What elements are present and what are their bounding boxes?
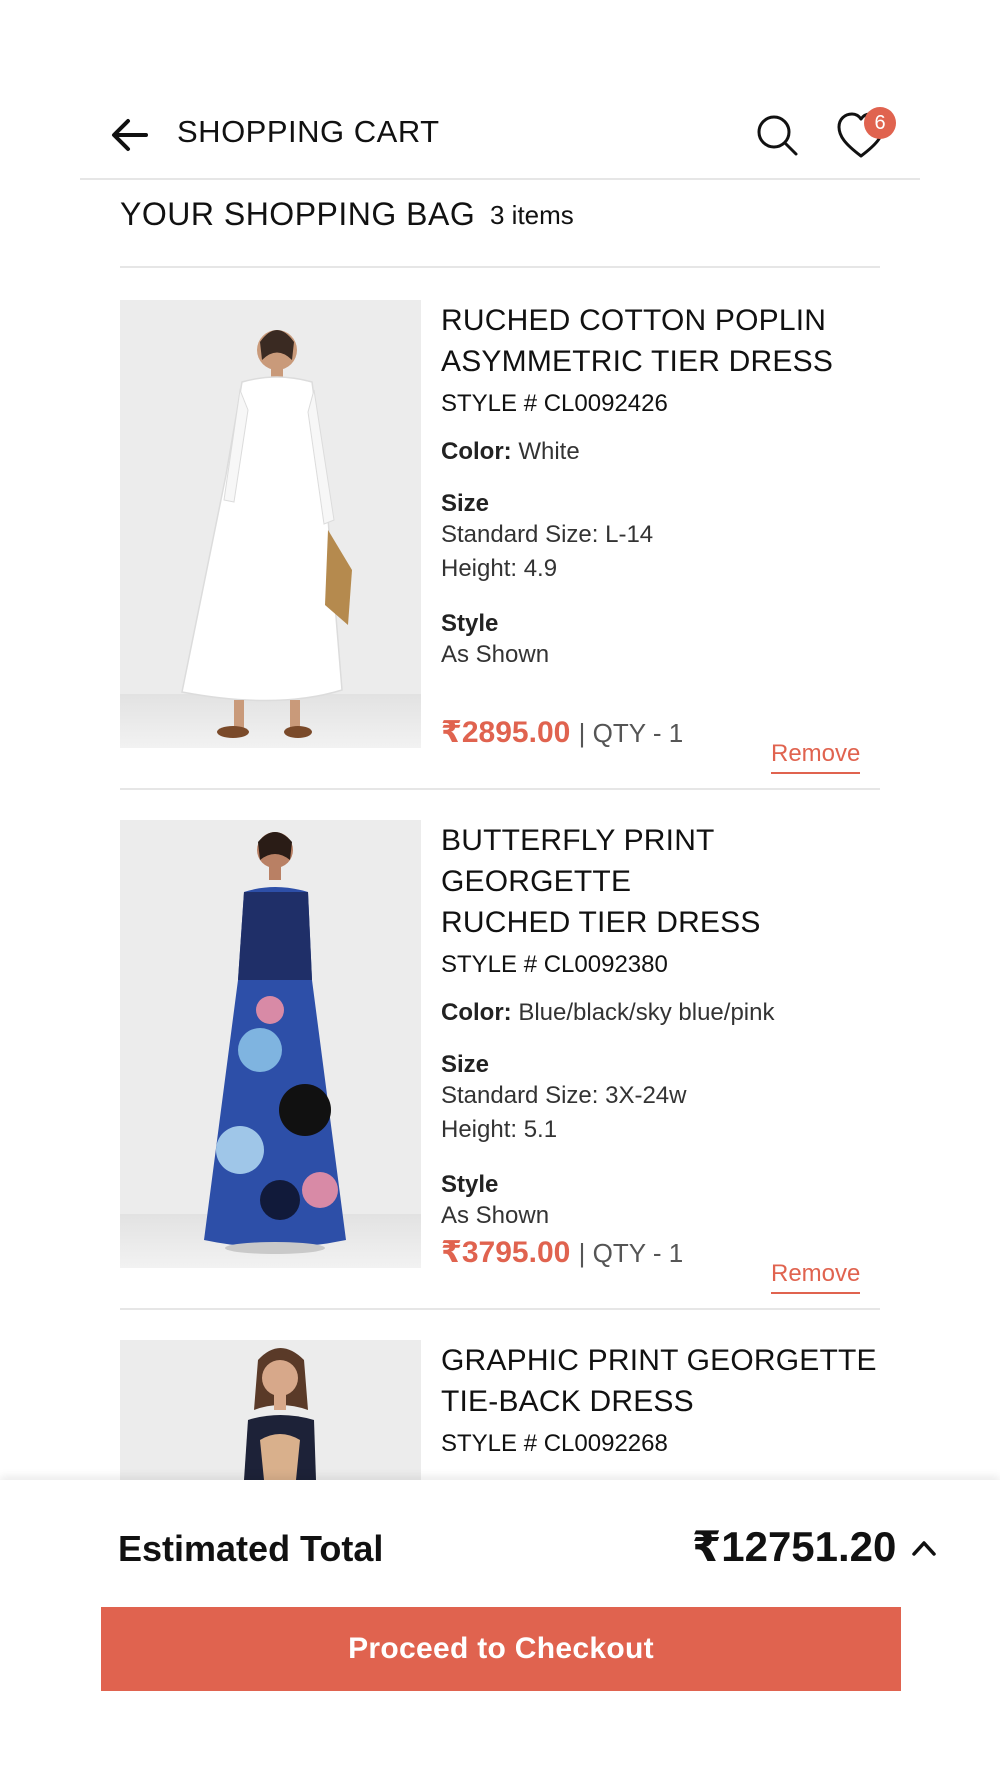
product-name-line: ASYMMETRIC TIER DRESS [441, 345, 834, 378]
cart-item: GRAPHIC PRINT GEORGETTE TIE-BACK DRESS S… [120, 1340, 880, 1480]
price: ₹3795.00 [441, 1236, 571, 1269]
color-label: Color: [441, 999, 512, 1026]
product-name[interactable]: BUTTERFLY PRINT GEORGETTE RUCHED TIER DR… [441, 820, 881, 943]
color-value: Blue/black/sky blue/pink [518, 999, 775, 1026]
color-row: Color: White [441, 438, 881, 466]
quantity: QTY - 1 [592, 1238, 684, 1268]
product-name-line: RUCHED COTTON POPLIN [441, 304, 827, 337]
chevron-up-icon[interactable] [906, 1530, 942, 1566]
cart-item: RUCHED COTTON POPLIN ASYMMETRIC TIER DRE… [120, 300, 880, 790]
estimated-total-value: ₹12751.20 [692, 1523, 897, 1570]
remove-link[interactable]: Remove [771, 1260, 861, 1294]
wishlist-count-badge: 6 [864, 107, 896, 139]
height-value: Height: 5.1 [441, 1116, 558, 1143]
remove-link[interactable]: Remove [771, 740, 861, 774]
product-image[interactable] [120, 300, 421, 748]
size-value: Standard Size: 3X-24w [441, 1082, 687, 1109]
size-label: Size [441, 490, 490, 517]
price: ₹2895.00 [441, 716, 571, 749]
estimated-total-label: Estimated Total [118, 1528, 384, 1569]
product-name-line: GRAPHIC PRINT GEORGETTE [441, 1344, 877, 1377]
color-label: Color: [441, 438, 512, 465]
product-name-line: BUTTERFLY PRINT GEORGETTE [441, 824, 715, 898]
size-label: Size [441, 1051, 490, 1078]
height-value: Height: 4.9 [441, 555, 558, 582]
style-value: As Shown [441, 641, 550, 668]
product-details: BUTTERFLY PRINT GEORGETTE RUCHED TIER DR… [441, 820, 881, 1269]
product-image[interactable] [120, 1340, 421, 1480]
style-value: As Shown [441, 1202, 550, 1229]
checkout-footer: Estimated Total ₹12751.20 Proceed to Che… [0, 1480, 1000, 1778]
quantity: QTY - 1 [592, 718, 684, 748]
style-number: STYLE # CL0092426 [441, 390, 668, 417]
style-number: STYLE # CL0092268 [441, 1430, 668, 1457]
product-details: GRAPHIC PRINT GEORGETTE TIE-BACK DRESS S… [441, 1340, 880, 1458]
product-name[interactable]: GRAPHIC PRINT GEORGETTE TIE-BACK DRESS [441, 1340, 880, 1422]
product-name[interactable]: RUCHED COTTON POPLIN ASYMMETRIC TIER DRE… [441, 300, 881, 382]
style-label: Style [441, 610, 499, 637]
style-number: STYLE # CL0092380 [441, 951, 668, 978]
product-name-line: TIE-BACK DRESS [441, 1385, 694, 1418]
bag-title: YOUR SHOPPING BAG [120, 196, 476, 232]
product-image[interactable] [120, 820, 421, 1268]
bag-item-count: 3 items [490, 200, 574, 230]
page-title: SHOPPING CART [177, 114, 440, 149]
product-details: RUCHED COTTON POPLIN ASYMMETRIC TIER DRE… [441, 300, 881, 749]
color-value: White [518, 438, 580, 465]
shopping-bag-header: YOUR SHOPPING BAG 3 items [120, 190, 880, 268]
product-name-line: RUCHED TIER DRESS [441, 906, 761, 939]
size-value: Standard Size: L-14 [441, 521, 654, 548]
price-row: ₹3795.00 | QTY - 1 [441, 1235, 683, 1270]
app-header: SHOPPING CART 6 [80, 100, 920, 180]
back-arrow-icon[interactable] [106, 110, 156, 160]
proceed-to-checkout-button[interactable]: Proceed to Checkout [101, 1607, 901, 1691]
qty-separator: | [578, 1238, 593, 1268]
cart-item: BUTTERFLY PRINT GEORGETTE RUCHED TIER DR… [120, 820, 880, 1310]
style-label: Style [441, 1171, 499, 1198]
color-row: Color: Blue/black/sky blue/pink [441, 999, 881, 1027]
search-icon[interactable] [752, 110, 804, 162]
price-row: ₹2895.00 | QTY - 1 [441, 715, 683, 750]
qty-separator: | [578, 718, 593, 748]
